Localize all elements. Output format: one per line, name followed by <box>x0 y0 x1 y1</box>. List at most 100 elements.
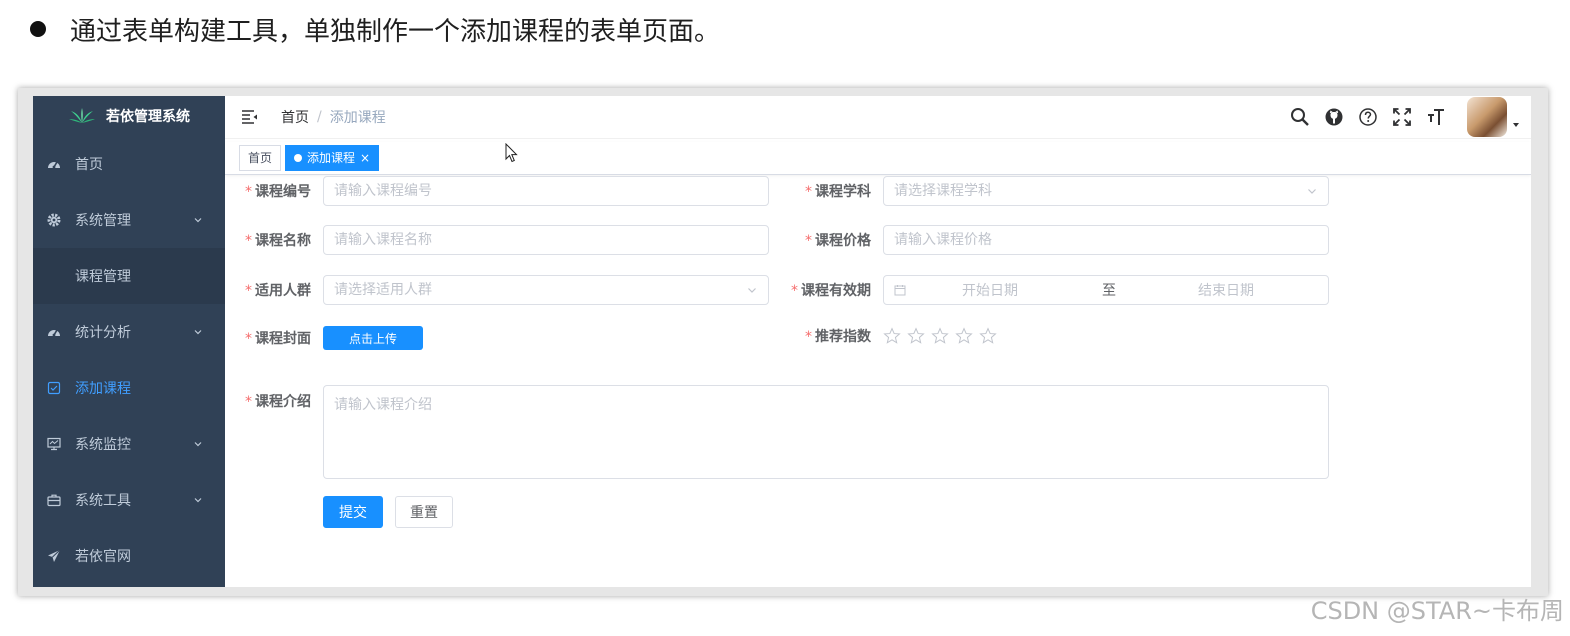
required-mark: * <box>245 184 252 200</box>
sidebar-item-home[interactable]: 首页 <box>33 136 225 192</box>
submit-button[interactable]: 提交 <box>323 496 383 528</box>
navbar: 首页 / 添加课程 <box>225 96 1531 139</box>
label-text: 课程学科 <box>815 184 871 200</box>
toolbox-icon <box>47 493 61 507</box>
form-item-price: * 课程价格 <box>799 225 1329 255</box>
course-intro-textarea[interactable] <box>323 385 1329 479</box>
form-item-validity: * 课程有效期 开始日期 至 结束日期 <box>785 275 1329 305</box>
slide-bullet: 通过表单构建工具，单独制作一个添加课程的表单页面。 <box>30 10 720 48</box>
sidebar-item-website[interactable]: 若依官网 <box>33 528 225 584</box>
label-rating: * 推荐指数 <box>799 326 871 346</box>
form-item-audience: * 适用人群 <box>239 275 769 305</box>
sidebar: 若依管理系统 首页 系统管理 课程管理 统计分析 添加课程 系统监控 系统工具 … <box>33 96 225 587</box>
avatar[interactable] <box>1467 97 1507 137</box>
course-subject-input[interactable] <box>883 176 1329 206</box>
sidebar-item-system[interactable]: 系统管理 <box>33 192 225 248</box>
sidebar-item-label: 若依官网 <box>75 549 131 565</box>
tag-home[interactable]: 首页 <box>239 145 282 171</box>
form-actions: 提交 重置 <box>323 496 453 528</box>
course-subject-select[interactable] <box>883 176 1329 206</box>
form-item-name: * 课程名称 <box>239 225 769 255</box>
form-item-intro: * 课程介绍 <box>239 385 1329 479</box>
fullscreen-icon[interactable] <box>1391 106 1413 128</box>
required-mark: * <box>245 331 252 347</box>
validity-date-range[interactable]: 开始日期 至 结束日期 <box>883 275 1329 305</box>
watermark: CSDN @STAR~卡布周 <box>1310 597 1564 625</box>
start-date-placeholder[interactable]: 开始日期 <box>962 280 1018 300</box>
required-mark: * <box>245 283 252 299</box>
header-right-menu <box>1289 96 1531 138</box>
reset-button[interactable]: 重置 <box>395 496 453 528</box>
label-text: 课程介绍 <box>255 394 311 410</box>
required-mark: * <box>245 233 252 249</box>
calendar-icon <box>894 285 906 296</box>
caret-down-icon[interactable] <box>1511 120 1521 130</box>
breadcrumb-home[interactable]: 首页 <box>281 107 309 127</box>
breadcrumb: 首页 / 添加课程 <box>281 107 386 127</box>
dashboard-icon <box>47 325 61 339</box>
sidebar-item-label: 统计分析 <box>75 325 131 341</box>
sidebar-item-label: 添加课程 <box>75 381 131 397</box>
label-name: * 课程名称 <box>239 230 311 250</box>
label-text: 课程编号 <box>255 184 311 200</box>
label-code: * 课程编号 <box>239 181 311 201</box>
sidebar-item-label: 课程管理 <box>75 269 131 285</box>
sidebar-item-statistics[interactable]: 统计分析 <box>33 304 225 360</box>
label-audience: * 适用人群 <box>239 280 311 300</box>
label-text: 课程名称 <box>255 233 311 249</box>
search-icon[interactable] <box>1289 106 1311 128</box>
sidebar-item-monitor[interactable]: 系统监控 <box>33 416 225 472</box>
label-text: 推荐指数 <box>815 329 871 345</box>
form-item-subject: * 课程学科 <box>799 176 1329 206</box>
slide-bullet-text: 通过表单构建工具，单独制作一个添加课程的表单页面。 <box>70 16 721 47</box>
upload-button[interactable]: 点击上传 <box>323 326 424 350</box>
app-window: 若依管理系统 首页 系统管理 课程管理 统计分析 添加课程 系统监控 系统工具 … <box>33 96 1531 587</box>
chevron-down-icon <box>194 442 202 447</box>
audience-input[interactable] <box>323 275 769 305</box>
star-icon[interactable] <box>907 327 925 345</box>
chevron-down-icon <box>194 498 202 503</box>
star-icon[interactable] <box>883 327 901 345</box>
label-text: 适用人群 <box>255 283 311 299</box>
app-title: 若依管理系统 <box>106 109 190 125</box>
hamburger-icon[interactable] <box>241 109 259 125</box>
sidebar-item-label: 系统监控 <box>75 437 131 453</box>
star-icon[interactable] <box>979 327 997 345</box>
close-icon[interactable]: × <box>360 146 370 170</box>
course-code-input[interactable] <box>323 176 769 206</box>
sidebar-item-tools[interactable]: 系统工具 <box>33 472 225 528</box>
monitor-icon <box>47 437 61 451</box>
course-price-input[interactable] <box>883 225 1329 255</box>
end-date-placeholder[interactable]: 结束日期 <box>1198 280 1254 300</box>
breadcrumb-current: 添加课程 <box>329 110 386 126</box>
course-name-input[interactable] <box>323 225 769 255</box>
sidebar-item-course-manage[interactable]: 课程管理 <box>33 248 225 304</box>
dashboard-icon <box>47 157 61 171</box>
form-icon <box>47 381 61 395</box>
tag-add-course[interactable]: 添加课程 × <box>285 145 380 171</box>
required-mark: * <box>805 233 812 249</box>
tag-label: 添加课程 <box>307 151 356 165</box>
label-text: 课程有效期 <box>801 283 871 299</box>
sidebar-item-label: 系统工具 <box>75 493 131 509</box>
tags-view: 首页 添加课程 × <box>225 142 1531 175</box>
sidebar-item-label: 系统管理 <box>75 213 131 229</box>
form-item-code: * 课程编号 <box>239 176 769 206</box>
breadcrumb-separator: / <box>317 109 322 125</box>
range-separator: 至 <box>1102 283 1116 299</box>
star-icon[interactable] <box>931 327 949 345</box>
form-item-rating: * 推荐指数 <box>799 326 1003 346</box>
font-size-icon[interactable] <box>1425 106 1447 128</box>
rating-stars[interactable] <box>883 327 1003 345</box>
active-dot-icon <box>294 154 303 162</box>
github-icon[interactable] <box>1323 106 1345 128</box>
sidebar-item-label: 首页 <box>75 157 103 173</box>
label-subject: * 课程学科 <box>799 181 871 201</box>
star-icon[interactable] <box>955 327 973 345</box>
required-mark: * <box>245 394 252 410</box>
sidebar-item-add-course[interactable]: 添加课程 <box>33 360 225 416</box>
help-icon[interactable] <box>1357 106 1379 128</box>
sidebar-logo[interactable]: 若依管理系统 <box>33 96 225 136</box>
label-cover: * 课程封面 <box>239 328 311 348</box>
audience-select[interactable] <box>323 275 769 305</box>
